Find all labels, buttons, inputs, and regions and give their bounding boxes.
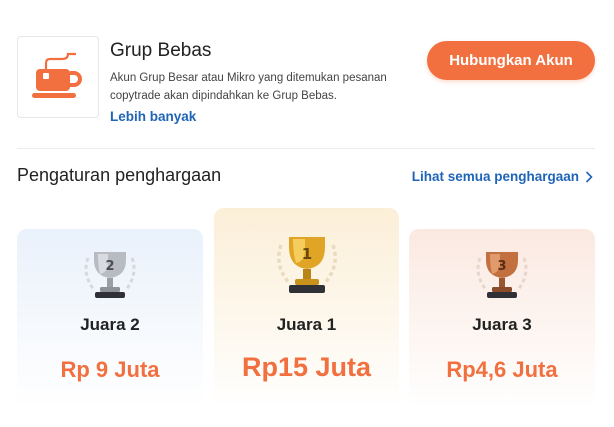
divider: [17, 148, 595, 149]
chevron-right-icon: [585, 170, 593, 183]
prize-amount: Rp15 Juta: [241, 352, 372, 382]
group-logo: [17, 36, 99, 118]
rank-label: Juara 1: [276, 315, 337, 334]
bronze-trophy-icon: 3: [476, 252, 528, 298]
trophy-rank-number: 1: [301, 245, 311, 263]
section-title: Pengaturan penghargaan: [17, 165, 222, 185]
group-title: Grup Bebas: [110, 40, 212, 61]
silver-trophy-icon: 2: [84, 252, 136, 298]
rank-label: Juara 2: [80, 315, 140, 334]
teacup-icon: [32, 52, 82, 98]
trophy-rank-number: 3: [497, 259, 506, 274]
rank-label: Juara 3: [472, 315, 532, 334]
gold-trophy-icon: 1: [276, 237, 337, 293]
group-description: Akun Grup Besar atau Mikro yang ditemuka…: [110, 72, 387, 102]
award-card-first: 1 Juara 1 Rp15 Juta: [214, 208, 399, 408]
see-all-awards-link[interactable]: Lihat semua penghargaan: [412, 169, 593, 184]
award-card-third: 3 Juara 3 Rp4,6 Juta: [409, 229, 595, 409]
prize-amount: Rp 9 Juta: [60, 357, 160, 382]
connect-account-button[interactable]: Hubungkan Akun: [427, 41, 595, 80]
award-card-second: 2 Juara 2 Rp 9 Juta: [17, 229, 203, 409]
trophy-rank-number: 2: [105, 259, 114, 274]
more-link[interactable]: Lebih banyak: [110, 109, 196, 124]
see-all-label: Lihat semua penghargaan: [411, 169, 579, 184]
prize-amount: Rp4,6 Juta: [446, 357, 558, 382]
